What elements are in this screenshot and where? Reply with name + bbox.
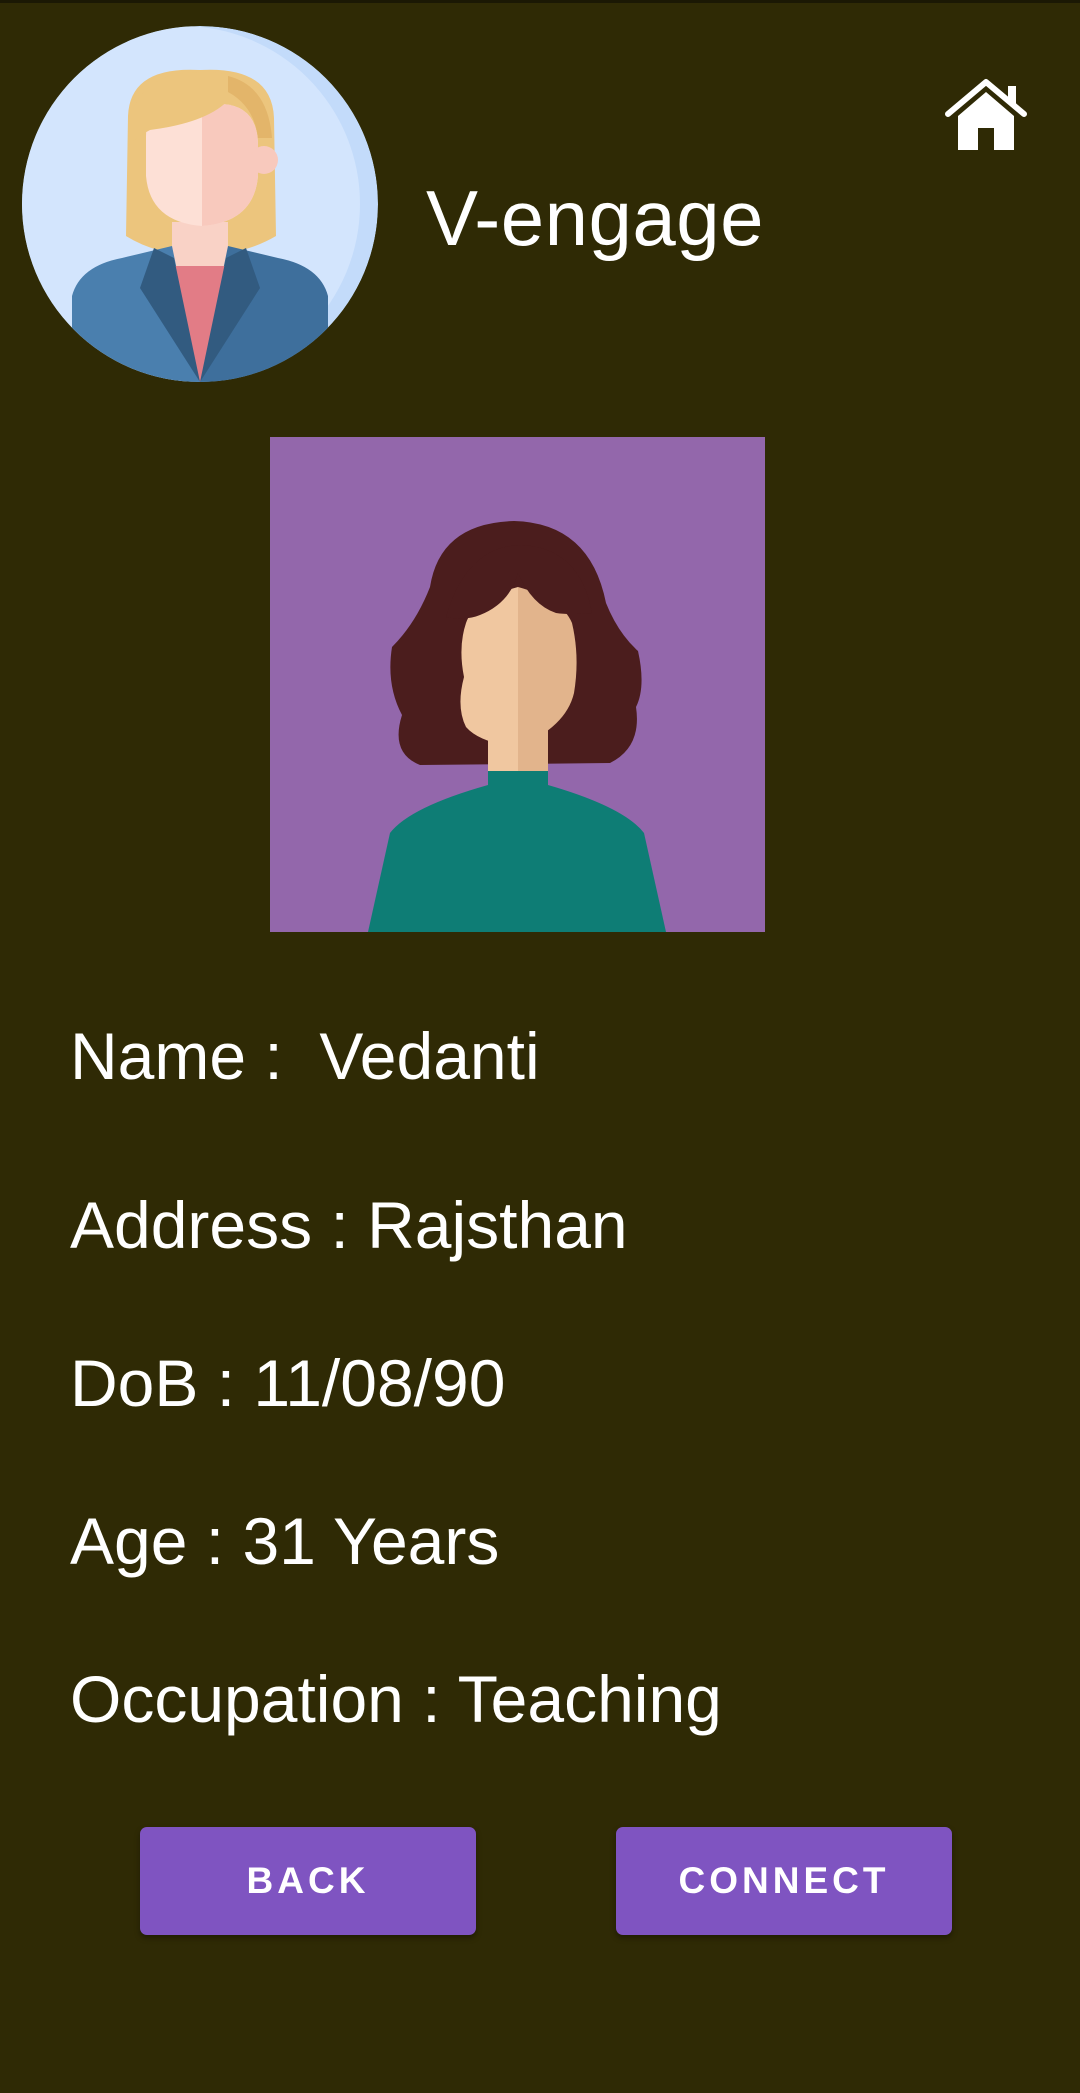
status-divider: [0, 0, 1080, 3]
app-title: V-engage: [426, 174, 764, 262]
back-button[interactable]: BACK: [140, 1827, 476, 1935]
profile-photo: [270, 437, 765, 932]
businesswoman-avatar-icon: [22, 26, 378, 382]
connect-button[interactable]: CONNECT: [616, 1827, 952, 1935]
name-field: Name : Vedanti: [70, 1019, 540, 1093]
woman-avatar-icon: [270, 437, 765, 932]
home-icon: [945, 79, 1027, 150]
dob-field: DoB : 11/08/90: [70, 1346, 506, 1420]
occupation-field: Occupation : Teaching: [70, 1662, 722, 1736]
age-field: Age : 31 Years: [70, 1504, 500, 1578]
address-field: Address : Rajsthan: [70, 1188, 628, 1262]
home-button[interactable]: [944, 78, 1028, 156]
